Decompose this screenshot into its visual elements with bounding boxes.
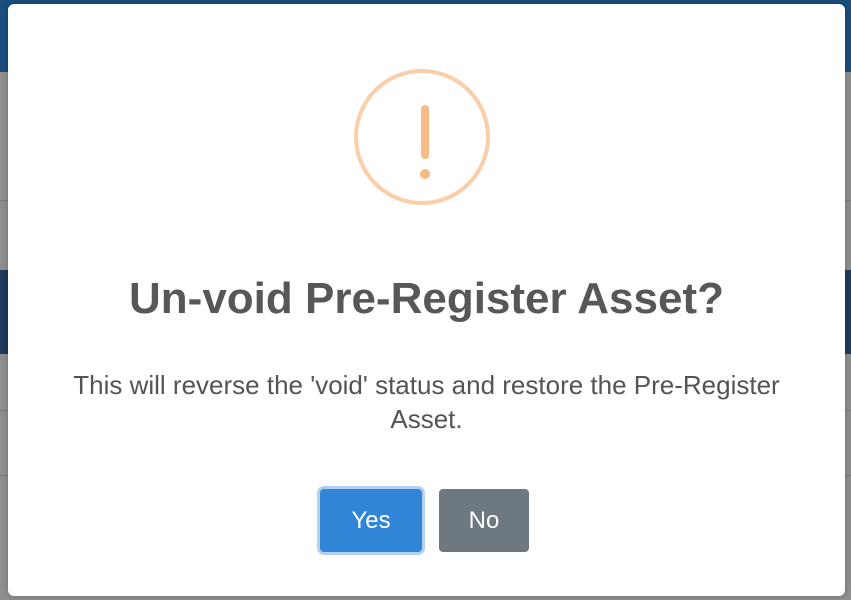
confirm-dialog: Un-void Pre-Register Asset? This will re… — [8, 4, 845, 596]
dialog-title: Un-void Pre-Register Asset? — [129, 274, 724, 323]
warning-exclamation-icon — [354, 69, 490, 205]
exclamation-bar — [421, 105, 429, 159]
dialog-message: This will reverse the 'void' status and … — [73, 370, 780, 434]
cancel-no-button[interactable]: No — [439, 489, 529, 552]
exclamation-dot — [420, 169, 430, 179]
confirm-yes-button[interactable]: Yes — [320, 489, 422, 552]
